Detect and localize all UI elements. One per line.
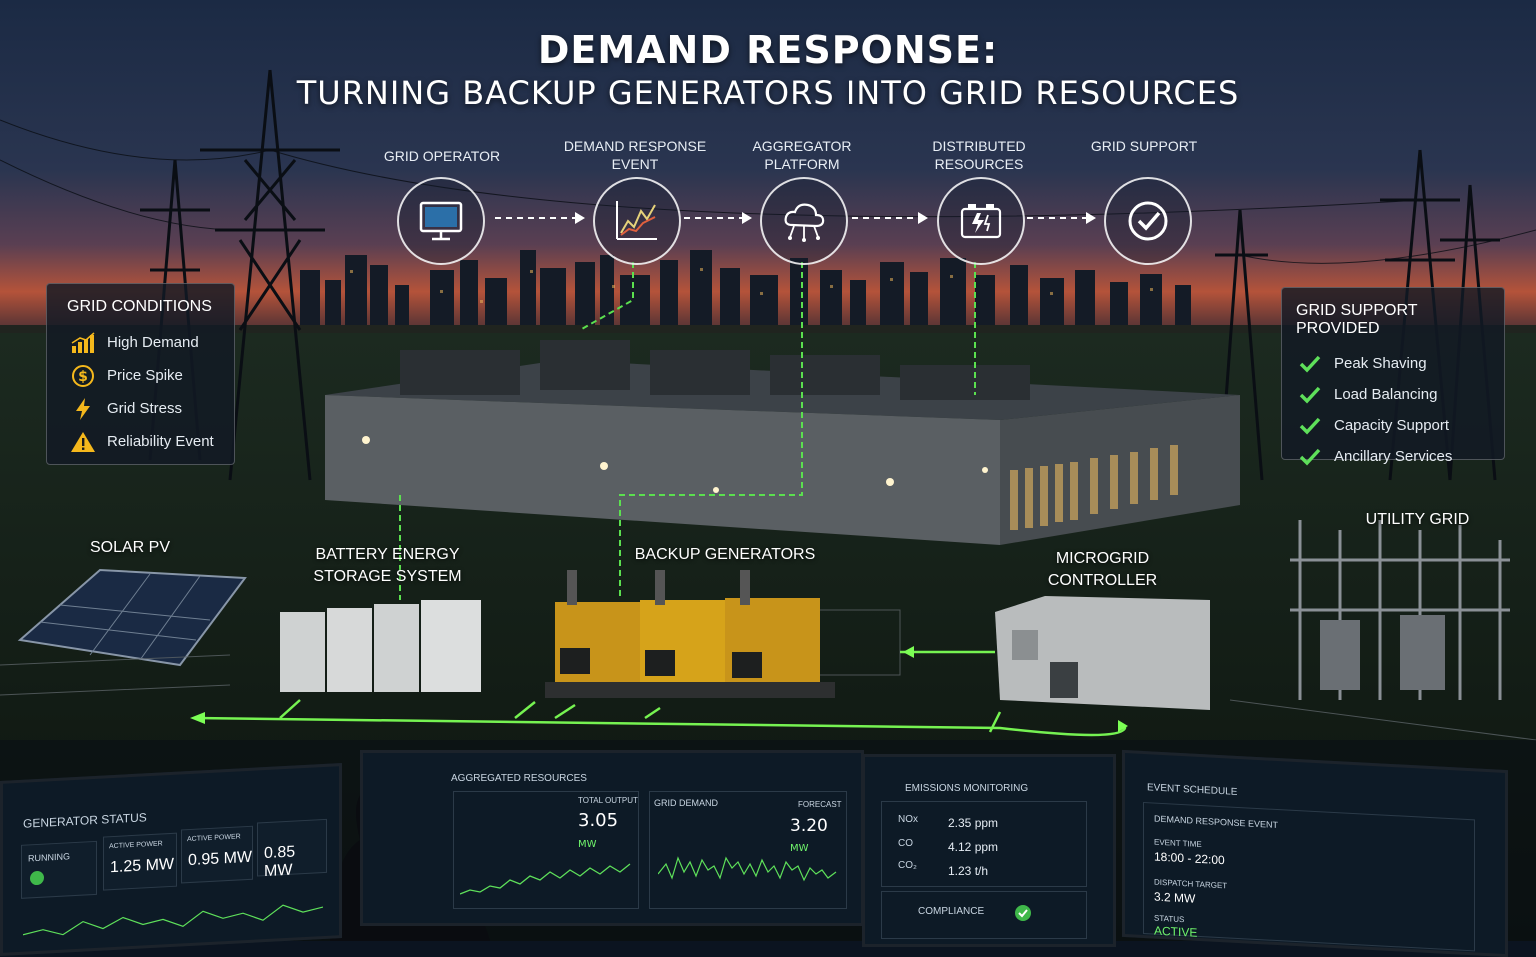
emission-co2-value: 1.23 t/h	[948, 864, 989, 878]
support-ancillary-services: Ancillary Services	[1296, 441, 1504, 472]
svg-text:$: $	[78, 369, 88, 385]
status-value: ACTIVE	[1154, 923, 1198, 940]
warning-icon	[69, 430, 97, 454]
emission-co-label: CO	[898, 838, 913, 849]
condition-grid-stress: Grid Stress	[69, 392, 234, 425]
lightning-icon	[69, 397, 97, 421]
grid-conditions-panel: GRID CONDITIONS High Demand $ Price Spik…	[46, 283, 235, 465]
event-time-value: 18:00 - 22:00	[1154, 849, 1225, 868]
event-time-label: EVENT TIME	[1154, 837, 1202, 850]
grid-support-panel: GRID SUPPORT PROVIDED Peak Shaving Load …	[1281, 287, 1505, 466]
compliance-check-icon	[1015, 905, 1031, 921]
compliance-label: COMPLIANCE	[918, 906, 985, 917]
generator-2-power: 0.95 MW	[188, 848, 253, 870]
aggregated-title: AGGREGATED RESOURCES	[451, 773, 587, 784]
condition-reliability-event: Reliability Event	[69, 425, 234, 458]
total-output-chart	[460, 863, 631, 895]
condition-label: Reliability Event	[107, 433, 214, 450]
active-power-label: ACTIVE POWER	[109, 840, 163, 851]
generator-3-power: 0.85 MW	[264, 843, 296, 881]
condition-label: Grid Stress	[107, 400, 183, 417]
running-indicator	[30, 870, 44, 886]
emissions-monitoring-screen: EMISSIONS MONITORING NOx 2.35 ppm CO 4.1…	[862, 754, 1116, 947]
emission-co2-label: CO₂	[898, 860, 917, 871]
event-details-card: DEMAND RESPONSE EVENT EVENT TIME 18:00 -…	[1143, 801, 1475, 952]
grid-support-title: GRID SUPPORT PROVIDED	[1296, 302, 1418, 337]
label-backup-generators: BACKUP GENERATORS	[634, 546, 816, 563]
active-power-label: ACTIVE POWER	[187, 833, 241, 844]
support-capacity-support: Capacity Support	[1296, 410, 1504, 441]
check-icon	[1296, 414, 1324, 438]
support-label: Capacity Support	[1334, 417, 1450, 434]
label-solar-pv: SOLAR PV	[89, 539, 171, 556]
dispatch-target-label: DISPATCH TARGET	[1154, 877, 1228, 891]
support-peak-shaving: Peak Shaving	[1296, 348, 1504, 379]
generator-card-2: ACTIVE POWER 0.95 MW	[181, 825, 253, 884]
status-label: STATUS	[1154, 913, 1185, 925]
support-label: Load Balancing	[1334, 386, 1438, 403]
condition-label: Price Spike	[107, 367, 183, 384]
check-icon	[1296, 445, 1324, 469]
forecast-label: FORECAST	[798, 800, 842, 809]
compliance-card: COMPLIANCE	[881, 891, 1087, 939]
event-schedule-screen: EVENT SCHEDULE DEMAND RESPONSE EVENT EVE…	[1122, 749, 1508, 957]
emission-co-value: 4.12 ppm	[948, 840, 999, 854]
total-output-unit: MW	[578, 839, 597, 850]
label-microgrid-controller: MICROGRID CONTROLLER	[1047, 550, 1158, 589]
label-utility-grid: UTILITY GRID	[1365, 511, 1470, 528]
grid-demand-chart	[658, 856, 837, 882]
generator-card-1: ACTIVE POWER 1.25 MW	[103, 832, 177, 891]
event-schedule-title: EVENT SCHEDULE	[1147, 782, 1238, 798]
running-label: RUNNING	[28, 851, 70, 864]
generator-trend-chart	[23, 904, 323, 936]
aggregated-resources-screen: AGGREGATED RESOURCES TOTAL OUTPUT 3.05 M…	[360, 750, 864, 926]
label-battery-storage: BATTERY ENERGY STORAGE SYSTEM	[313, 546, 462, 585]
generator-card-3: 0.85 MW	[257, 818, 327, 880]
dollar-icon: $	[69, 364, 97, 388]
generator-status-title: GENERATOR STATUS	[23, 810, 147, 831]
grid-demand-label: GRID DEMAND	[654, 798, 719, 808]
support-load-balancing: Load Balancing	[1296, 379, 1504, 410]
grid-conditions-title: GRID CONDITIONS	[67, 298, 212, 315]
event-label: DEMAND RESPONSE EVENT	[1154, 813, 1279, 831]
flow-arrows	[495, 212, 1096, 224]
emissions-table: NOx 2.35 ppm CO 4.12 ppm CO₂ 1.23 t/h	[881, 801, 1087, 887]
support-label: Peak Shaving	[1334, 355, 1427, 372]
grid-demand-card: GRID DEMAND FORECAST 3.20 MW	[649, 791, 847, 909]
total-output-label: TOTAL OUTPUT	[578, 796, 638, 805]
condition-high-demand: High Demand	[69, 326, 234, 359]
generator-1-power: 1.25 MW	[110, 855, 175, 877]
support-label: Ancillary Services	[1334, 448, 1453, 465]
check-icon	[1296, 352, 1324, 376]
forecast-value: 3.20	[790, 816, 828, 836]
emission-nox-value: 2.35 ppm	[948, 816, 999, 830]
check-icon	[1296, 383, 1324, 407]
condition-price-spike: $ Price Spike	[69, 359, 234, 392]
total-output-card: TOTAL OUTPUT 3.05 MW	[453, 791, 639, 909]
emissions-title: EMISSIONS MONITORING	[905, 783, 1029, 794]
total-output-value: 3.05	[578, 810, 619, 831]
total-output-value-wrap: 3.05 MW	[578, 810, 638, 852]
condition-label: High Demand	[107, 334, 199, 351]
running-card: RUNNING	[21, 840, 97, 899]
emission-nox-label: NOx	[898, 814, 918, 825]
dispatch-target-value: 3.2 MW	[1154, 889, 1196, 906]
generator-status-screen: GENERATOR STATUS RUNNING ACTIVE POWER 1.…	[0, 763, 342, 956]
bar-trend-icon	[69, 331, 97, 355]
